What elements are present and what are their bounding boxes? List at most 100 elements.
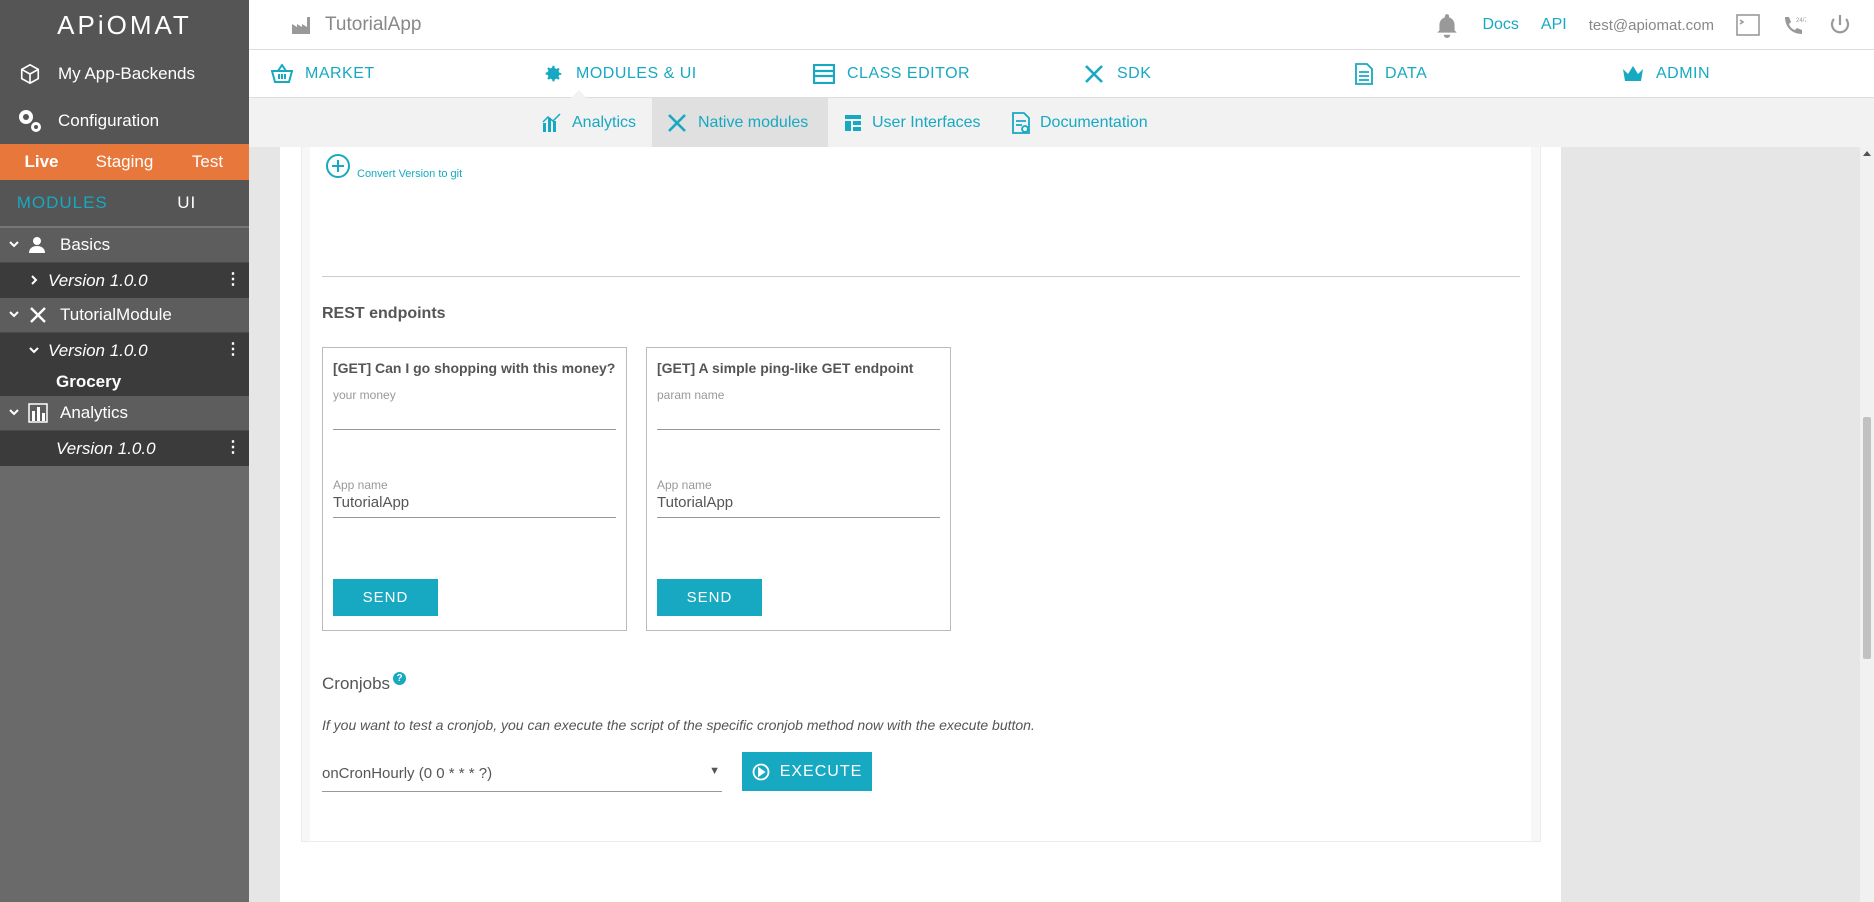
gears-icon bbox=[16, 107, 44, 135]
env-tab-test[interactable]: Test bbox=[166, 144, 249, 180]
plus-circle-icon bbox=[325, 153, 351, 182]
chevron-down-icon[interactable] bbox=[8, 405, 28, 421]
tools-icon bbox=[1083, 63, 1105, 85]
execute-label: EXECUTE bbox=[779, 762, 863, 780]
subnav-analytics[interactable]: Analytics bbox=[528, 98, 650, 147]
section-divider bbox=[322, 276, 1520, 277]
chevron-down-icon[interactable] bbox=[8, 307, 28, 323]
chevron-down-icon[interactable] bbox=[28, 343, 48, 359]
logo-text: APiOMAT bbox=[57, 9, 192, 40]
scroll-up-arrow-icon[interactable] bbox=[1863, 151, 1871, 156]
app-title[interactable]: TutorialApp bbox=[291, 14, 421, 36]
analytics-icon bbox=[542, 112, 562, 133]
endpoint-title: [GET] A simple ping-like GET endpoint bbox=[657, 360, 914, 376]
version-label: Version 1.0.0 bbox=[56, 438, 156, 458]
sidebar-link-label: My App-Backends bbox=[58, 63, 196, 83]
documentation-icon bbox=[1012, 111, 1030, 134]
nav-label: ADMIN bbox=[1656, 65, 1711, 82]
bar-chart-icon bbox=[28, 403, 50, 423]
nav-label: SDK bbox=[1117, 65, 1152, 82]
convert-label: Convert Version to git bbox=[357, 168, 463, 180]
tools-icon bbox=[666, 112, 688, 134]
nav-label: DATA bbox=[1385, 65, 1428, 82]
module-label: Analytics bbox=[60, 403, 129, 422]
help-icon[interactable]: ? bbox=[393, 672, 407, 685]
more-vertical-icon[interactable]: ⋮ bbox=[225, 339, 241, 359]
version-row-tutorialmodule[interactable]: Version 1.0.0 ⋮ bbox=[0, 333, 249, 368]
page-scrollbar[interactable] bbox=[1860, 147, 1874, 902]
app-name-input[interactable] bbox=[657, 488, 940, 518]
api-link[interactable]: API bbox=[1541, 16, 1567, 34]
subnav-label: Native modules bbox=[698, 113, 809, 131]
document-icon bbox=[1355, 63, 1373, 85]
module-tutorialmodule[interactable]: TutorialModule bbox=[0, 298, 249, 333]
nav-label: MARKET bbox=[305, 65, 375, 82]
class-grocery[interactable]: Grocery bbox=[0, 368, 249, 396]
module-tabs: MODULES UI bbox=[0, 180, 249, 228]
endpoint-title: [GET] Can I go shopping with this money? bbox=[333, 360, 616, 376]
module-label: Basics bbox=[60, 235, 111, 254]
tab-modules[interactable]: MODULES bbox=[0, 180, 125, 226]
basket-icon bbox=[271, 64, 293, 84]
module-label: TutorialModule bbox=[60, 305, 172, 324]
factory-icon bbox=[291, 15, 313, 35]
app-name-input[interactable] bbox=[333, 488, 616, 518]
support-phone-icon[interactable]: 24/7 bbox=[1782, 14, 1806, 36]
env-tab-staging[interactable]: Staging bbox=[83, 144, 166, 180]
cronjob-select[interactable]: onCronHourly (0 0 * * * ?) ▼ bbox=[322, 756, 722, 792]
send-button[interactable]: SEND bbox=[657, 579, 762, 616]
power-icon[interactable] bbox=[1828, 13, 1852, 37]
top-right-actions: Docs API test@apiomat.com 24/7 bbox=[1434, 0, 1874, 50]
sidebar-link-my-app-backends[interactable]: My App-Backends bbox=[0, 50, 249, 97]
subnav-label: User Interfaces bbox=[872, 113, 981, 131]
nav-admin[interactable]: ADMIN bbox=[1622, 50, 1710, 98]
bell-icon[interactable] bbox=[1434, 12, 1460, 38]
scrollbar-thumb[interactable] bbox=[1863, 417, 1871, 659]
subnav-label: Documentation bbox=[1040, 113, 1148, 131]
dropdown-arrow-icon: ▼ bbox=[709, 765, 720, 777]
nav-market[interactable]: MARKET bbox=[271, 50, 375, 98]
subnav-user-interfaces[interactable]: User Interfaces bbox=[830, 98, 994, 147]
nav-data[interactable]: DATA bbox=[1355, 50, 1427, 98]
nav-class-editor[interactable]: CLASS EDITOR bbox=[813, 50, 970, 98]
tools-icon bbox=[28, 305, 50, 325]
chevron-down-icon[interactable] bbox=[8, 237, 28, 253]
module-basics[interactable]: Basics bbox=[0, 228, 249, 263]
app-title-text: TutorialApp bbox=[325, 13, 422, 35]
version-row-basics[interactable]: Version 1.0.0 ⋮ bbox=[0, 263, 249, 298]
tab-ui[interactable]: UI bbox=[125, 180, 250, 226]
env-tab-live[interactable]: Live bbox=[0, 144, 83, 180]
crown-icon bbox=[1622, 65, 1644, 83]
class-label: Grocery bbox=[56, 372, 122, 391]
nav-sdk[interactable]: SDK bbox=[1083, 50, 1151, 98]
user-email[interactable]: test@apiomat.com bbox=[1589, 17, 1714, 34]
nav-modules-ui[interactable]: MODULES & UI bbox=[542, 50, 697, 99]
sidebar: APiOMAT My App-Backends Configuration Li… bbox=[0, 0, 249, 902]
nav-label: CLASS EDITOR bbox=[847, 65, 971, 82]
endpoint-card: [GET] A simple ping-like GET endpoint pa… bbox=[646, 347, 951, 631]
convert-to-git-button[interactable]: Convert Version to git bbox=[325, 153, 462, 182]
docs-link[interactable]: Docs bbox=[1482, 16, 1518, 34]
nav-label: MODULES & UI bbox=[576, 65, 697, 82]
subnav-native-modules[interactable]: Native modules bbox=[652, 98, 828, 147]
cronjobs-description: If you want to test a cronjob, you can e… bbox=[322, 717, 1035, 733]
gear-icon bbox=[542, 63, 564, 85]
subnav-documentation[interactable]: Documentation bbox=[998, 98, 1162, 147]
more-vertical-icon[interactable]: ⋮ bbox=[225, 437, 241, 457]
play-circle-icon bbox=[752, 763, 770, 781]
svg-text:24/7: 24/7 bbox=[1796, 18, 1806, 24]
param-input[interactable] bbox=[657, 400, 940, 430]
version-row-analytics[interactable]: Version 1.0.0 ⋮ bbox=[0, 431, 249, 466]
execute-button[interactable]: EXECUTE bbox=[742, 752, 872, 791]
terminal-icon[interactable] bbox=[1736, 14, 1760, 36]
cronjobs-title: Cronjobs ? bbox=[322, 672, 407, 694]
version-label: Version 1.0.0 bbox=[48, 270, 148, 290]
sidebar-link-configuration[interactable]: Configuration bbox=[0, 97, 249, 144]
apiomat-logo[interactable]: APiOMAT bbox=[0, 0, 249, 50]
more-vertical-icon[interactable]: ⋮ bbox=[225, 269, 241, 289]
send-button[interactable]: SEND bbox=[333, 579, 438, 616]
module-analytics[interactable]: Analytics bbox=[0, 396, 249, 431]
chevron-right-icon[interactable] bbox=[28, 273, 48, 289]
param-input[interactable] bbox=[333, 400, 616, 430]
subnav-label: Analytics bbox=[572, 113, 637, 131]
